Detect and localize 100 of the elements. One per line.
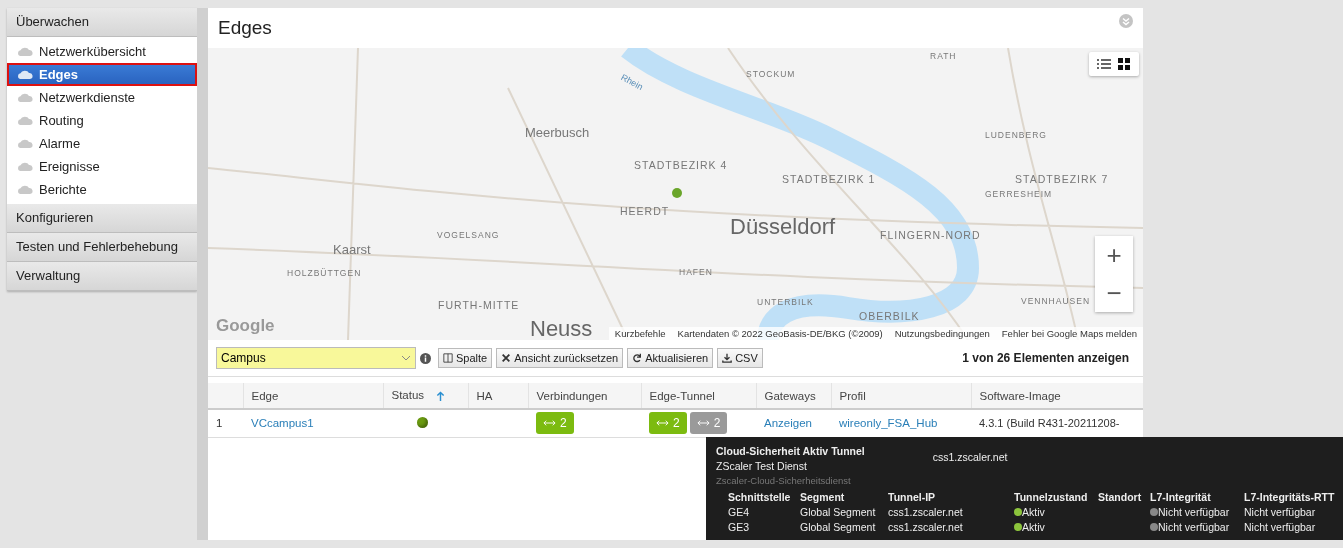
row-number: 1 bbox=[216, 417, 223, 430]
sidebar-section-header[interactable]: Testen und Fehlerbehebung bbox=[7, 233, 197, 262]
map-place-label: FLINGERN-NORD bbox=[880, 230, 981, 241]
column-header[interactable]: Edge-Tunnel bbox=[641, 383, 756, 409]
columns-icon bbox=[443, 353, 453, 363]
item-count: 1 von 26 Elementen anzeigen bbox=[962, 351, 1129, 365]
cloud-icon bbox=[17, 70, 33, 79]
tooltip-cell: Aktiv bbox=[1022, 506, 1045, 518]
tooltip-cell: Nicht verfügbar bbox=[1158, 521, 1230, 533]
map-attribution-link[interactable]: Kurzbefehle bbox=[614, 328, 666, 339]
sort-ascending-icon[interactable] bbox=[436, 390, 446, 402]
tooltip-cell: Nicht verfügbar bbox=[1158, 506, 1230, 518]
link-icon bbox=[696, 419, 710, 428]
tooltip-column-header: Tunnelzustand bbox=[1014, 491, 1089, 503]
map-place-label: FURTH-MITTE bbox=[438, 300, 520, 311]
sidebar-item[interactable]: Edges bbox=[7, 63, 197, 86]
map-place-label: GERRESHEIM bbox=[985, 190, 1053, 199]
tooltip-cell-text: Nicht verfügbar bbox=[1244, 506, 1317, 518]
tooltip-host: css1.zscaler.net bbox=[932, 451, 1008, 465]
map-place-label: OBERBILK bbox=[859, 311, 920, 322]
column-header[interactable]: Verbindungen bbox=[528, 383, 641, 409]
map-place-label: HEERDT bbox=[620, 206, 670, 217]
map-place-label: RATH bbox=[930, 52, 957, 61]
edge-link[interactable]: VCcampus1 bbox=[251, 417, 314, 430]
collapse-icon[interactable] bbox=[1119, 14, 1133, 28]
sidebar-item[interactable]: Alarme bbox=[7, 132, 197, 155]
grid-view-icon[interactable] bbox=[1117, 58, 1131, 70]
tooltip-cell-text: css1.zscaler.net bbox=[888, 506, 964, 518]
toolbar-button[interactable]: Aktualisieren bbox=[627, 348, 714, 368]
map-place-label: LUDENBERG bbox=[985, 131, 1047, 140]
tooltip-cell-text: GE3 bbox=[728, 521, 750, 533]
map-place-label: STOCKUM bbox=[746, 70, 796, 79]
tooltip-title: Cloud-Sicherheit Aktiv Tunnel bbox=[716, 445, 865, 457]
column-header[interactable]: HA bbox=[468, 383, 528, 409]
profile-link[interactable]: wireonly_FSA_Hub bbox=[839, 417, 938, 430]
column-header[interactable]: Status bbox=[383, 383, 468, 409]
toolbar-button[interactable]: Spalte bbox=[438, 348, 493, 368]
map-place-label: Düsseldorf bbox=[730, 216, 836, 238]
column-header[interactable]: Software-Image bbox=[971, 383, 1143, 409]
sidebar-section-header[interactable]: Konfigurieren bbox=[7, 204, 197, 233]
sidebar-section-header[interactable]: Überwachen bbox=[7, 8, 197, 37]
map-attribution-link[interactable]: Kartendaten © 2022 GeoBasis-DE/BKG (©2009) bbox=[677, 328, 883, 339]
map-place-label: HAFEN bbox=[679, 268, 713, 277]
map-logo: Google bbox=[216, 316, 275, 336]
map-attribution-link[interactable]: Nutzungsbedingungen bbox=[894, 328, 990, 339]
tooltip-cell-text: css1.zscaler.net bbox=[888, 521, 964, 533]
map-place-label: STADTBEZIRK 7 bbox=[1015, 174, 1109, 185]
column-header[interactable]: Edge bbox=[243, 383, 383, 409]
zoom-out-button[interactable]: − bbox=[1095, 274, 1133, 312]
tooltip-subtitle: Zscaler-Cloud-Sicherheitsdienst bbox=[716, 475, 852, 486]
map-place-label: VOGELSANG bbox=[437, 231, 500, 240]
cloud-icon bbox=[17, 116, 33, 125]
caret-icon[interactable] bbox=[401, 355, 411, 361]
map-place-label: UNTERBILK bbox=[757, 298, 814, 307]
cloud-icon bbox=[17, 47, 33, 56]
link-icon bbox=[543, 419, 556, 428]
link-icon bbox=[656, 419, 669, 428]
tooltip-column-header: Segment bbox=[800, 491, 846, 503]
toolbar-button[interactable]: CSV bbox=[717, 348, 763, 368]
column-header[interactable]: Gateways bbox=[756, 383, 831, 409]
sidebar-item[interactable]: Netzwerkübersicht bbox=[7, 40, 197, 63]
sidebar-item[interactable]: Routing bbox=[7, 109, 197, 132]
map-place-label: HOLZBÜTTGEN bbox=[287, 269, 362, 278]
tooltip-column-header: Standort bbox=[1098, 491, 1143, 503]
sidebar-section-header[interactable]: Verwaltung bbox=[7, 262, 197, 291]
map-place-label: Meerbusch bbox=[525, 126, 590, 139]
cloud-icon bbox=[17, 93, 33, 102]
page-title: Edges bbox=[218, 17, 272, 39]
map-place-label: VENNHAUSEN bbox=[1021, 297, 1091, 306]
map-place-label: Kaarst bbox=[333, 243, 371, 256]
close-icon bbox=[501, 353, 512, 363]
tooltip-column-header: Tunnel-IP bbox=[888, 491, 937, 503]
gateways-link[interactable]: Anzeigen bbox=[764, 417, 812, 430]
map-marker-icon[interactable] bbox=[671, 187, 683, 199]
tooltip-cell-text: Nicht verfügbar bbox=[1244, 521, 1317, 533]
zoom-in-button[interactable]: + bbox=[1095, 236, 1133, 274]
map-place-label: STADTBEZIRK 1 bbox=[782, 174, 876, 185]
map-place-label: STADTBEZIRK 4 bbox=[634, 160, 728, 171]
cloud-icon bbox=[17, 139, 33, 148]
tooltip-cell-text: Global Segment bbox=[800, 521, 877, 533]
info-icon[interactable] bbox=[420, 352, 431, 364]
tooltip-column-header: Schnittstelle bbox=[728, 491, 792, 503]
list-view-icon[interactable] bbox=[1097, 58, 1111, 70]
column-header[interactable]: Profil bbox=[831, 383, 971, 409]
toolbar-button[interactable]: Ansicht zurücksetzen bbox=[496, 348, 624, 368]
refresh-icon bbox=[632, 353, 643, 363]
sidebar-item[interactable]: Ereignisse bbox=[7, 155, 197, 178]
tooltip-cell: Aktiv bbox=[1022, 521, 1045, 533]
tooltip-service: ZScaler Test Dienst bbox=[716, 460, 808, 472]
map-place-label: Neuss bbox=[530, 318, 593, 340]
filter-field[interactable]: Campus bbox=[216, 347, 416, 369]
tooltip-cell-text: GE4 bbox=[728, 506, 750, 518]
sidebar-item[interactable]: Netzwerkdienste bbox=[7, 86, 197, 109]
sidebar-item[interactable]: Berichte bbox=[7, 178, 197, 201]
download-icon bbox=[722, 353, 733, 363]
map-attribution-link[interactable]: Fehler bei Google Maps melden bbox=[1001, 328, 1137, 339]
tooltip-cell-text: Global Segment bbox=[800, 506, 877, 518]
software-version: 4.3.1 (Build R431-20211208- bbox=[979, 417, 1120, 430]
cloud-icon bbox=[17, 162, 33, 171]
tooltip-column-header: L7-Integrität bbox=[1150, 491, 1212, 503]
